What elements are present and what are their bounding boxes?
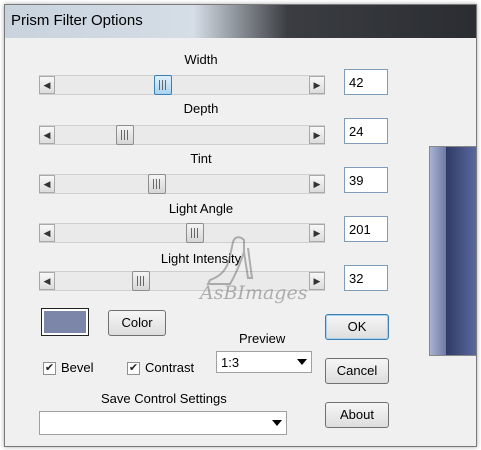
width-slider-thumb[interactable] bbox=[154, 75, 172, 95]
width-slider[interactable]: ◀ ▶ bbox=[39, 75, 325, 95]
bevel-checkbox[interactable]: ✔ bbox=[43, 362, 56, 375]
depth-value-field[interactable]: 24 bbox=[344, 118, 388, 144]
tint-slider[interactable]: ◀ ▶ bbox=[39, 174, 325, 194]
save-settings-select[interactable] bbox=[39, 411, 287, 435]
color-swatch[interactable] bbox=[41, 308, 89, 336]
light-intensity-right-arrow[interactable]: ▶ bbox=[309, 272, 325, 290]
prism-filter-dialog: Prism Filter Options Width ◀ ▶ 42 Depth … bbox=[4, 4, 477, 447]
tint-label: Tint bbox=[190, 151, 212, 166]
depth-right-arrow[interactable]: ▶ bbox=[309, 126, 325, 144]
chevron-down-icon bbox=[272, 420, 282, 426]
dialog-client-area: Width ◀ ▶ 42 Depth ◀ ▶ 24 Tint ◀ ▶ 39 Li… bbox=[11, 38, 472, 442]
watermark: AsBImages bbox=[200, 234, 307, 304]
light-intensity-value-field[interactable]: 32 bbox=[344, 265, 388, 291]
light-angle-right-arrow[interactable]: ▶ bbox=[309, 224, 325, 242]
bevel-label: Bevel bbox=[61, 360, 94, 375]
light-intensity-left-arrow[interactable]: ◀ bbox=[39, 272, 55, 290]
contrast-label: Contrast bbox=[145, 360, 195, 375]
tint-value-field[interactable]: 39 bbox=[344, 167, 388, 193]
ok-button[interactable]: OK bbox=[325, 314, 389, 340]
window-title: Prism Filter Options bbox=[11, 12, 143, 29]
light-angle-left-arrow[interactable]: ◀ bbox=[39, 224, 55, 242]
width-label: Width bbox=[184, 52, 218, 67]
tint-left-arrow[interactable]: ◀ bbox=[39, 175, 55, 193]
tint-right-arrow[interactable]: ▶ bbox=[309, 175, 325, 193]
depth-left-arrow[interactable]: ◀ bbox=[39, 126, 55, 144]
light-intensity-slider-thumb[interactable] bbox=[132, 271, 150, 291]
color-button[interactable]: Color bbox=[108, 310, 166, 336]
title-bar[interactable]: Prism Filter Options bbox=[5, 5, 476, 38]
about-button[interactable]: About bbox=[325, 402, 389, 428]
depth-label: Depth bbox=[183, 101, 219, 116]
save-settings-label: Save Control Settings bbox=[101, 391, 227, 406]
depth-slider[interactable]: ◀ ▶ bbox=[39, 125, 325, 145]
contrast-checkbox[interactable]: ✔ bbox=[127, 362, 140, 375]
tint-slider-thumb[interactable] bbox=[148, 174, 166, 194]
cancel-button[interactable]: Cancel bbox=[325, 358, 389, 384]
width-value-field[interactable]: 42 bbox=[344, 69, 388, 95]
depth-slider-thumb[interactable] bbox=[116, 125, 134, 145]
width-left-arrow[interactable]: ◀ bbox=[39, 76, 55, 94]
preview-image bbox=[429, 146, 476, 356]
light-angle-value-field[interactable]: 201 bbox=[344, 216, 388, 242]
width-right-arrow[interactable]: ▶ bbox=[309, 76, 325, 94]
preview-ratio-select[interactable]: 1:3 bbox=[216, 351, 312, 373]
chevron-down-icon bbox=[297, 359, 307, 365]
watermark-text: AsBImages bbox=[200, 282, 308, 304]
preview-ratio-value: 1:3 bbox=[221, 355, 240, 370]
preview-label: Preview bbox=[239, 331, 286, 346]
light-angle-label: Light Angle bbox=[168, 201, 234, 216]
